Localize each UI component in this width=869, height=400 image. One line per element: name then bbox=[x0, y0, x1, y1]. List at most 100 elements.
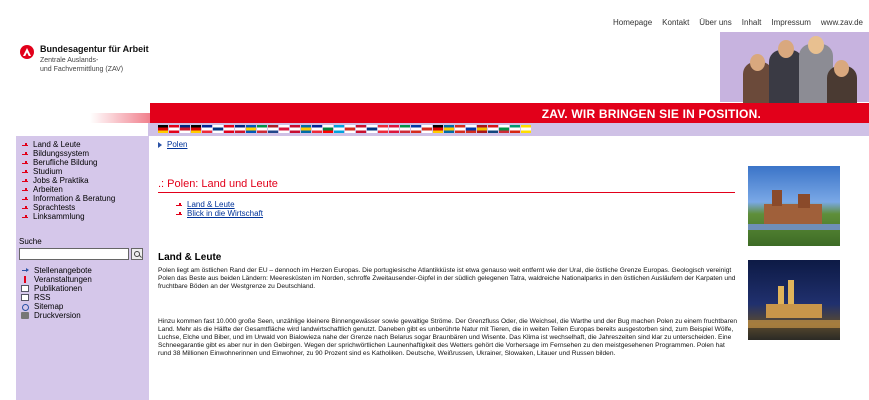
service-link-veranstaltungen[interactable]: Veranstaltungen bbox=[16, 275, 149, 284]
country-flag-icon[interactable] bbox=[224, 125, 234, 133]
country-flag-icon[interactable] bbox=[169, 125, 179, 133]
service-link-label: Veranstaltungen bbox=[34, 275, 92, 284]
country-flag-icon[interactable] bbox=[290, 125, 300, 133]
sitemap-icon bbox=[21, 303, 29, 311]
logo-title: Bundesagentur für Arbeit bbox=[40, 44, 149, 54]
sidebar-item-arbeiten[interactable]: Arbeiten bbox=[16, 185, 149, 194]
country-flag-icon[interactable] bbox=[301, 125, 311, 133]
country-flag-icon[interactable] bbox=[400, 125, 410, 133]
country-flag-icon[interactable] bbox=[521, 125, 531, 133]
country-flag-icon[interactable] bbox=[323, 125, 333, 133]
logo-subtitle-line1: Zentrale Auslands- bbox=[40, 57, 99, 64]
menu-arrow-icon bbox=[22, 178, 28, 184]
menu-arrow-icon bbox=[22, 160, 28, 166]
section-heading: Land & Leute bbox=[158, 252, 222, 263]
sidebar-item-label: Studium bbox=[33, 167, 63, 176]
service-link-rss[interactable]: RSS bbox=[16, 293, 149, 302]
country-flag-icon[interactable] bbox=[455, 125, 465, 133]
logo[interactable]: Bundesagentur für Arbeit Zentrale Auslan… bbox=[20, 44, 149, 74]
country-flag-icon[interactable] bbox=[444, 125, 454, 133]
sidebar-item-linksammlung[interactable]: Linksammlung bbox=[16, 212, 149, 221]
sidebar-item-jobs-praktika[interactable]: Jobs & Praktika bbox=[16, 176, 149, 185]
service-link-druckversion[interactable]: Druckversion bbox=[16, 311, 149, 320]
logo-subtitle-line2: und Fachvermittlung (ZAV) bbox=[40, 66, 124, 73]
country-flag-icon[interactable] bbox=[334, 125, 344, 133]
country-flag-icon[interactable] bbox=[510, 125, 520, 133]
country-flag-icon[interactable] bbox=[488, 125, 498, 133]
country-flag-icon[interactable] bbox=[356, 125, 366, 133]
country-flag-icon[interactable] bbox=[422, 125, 432, 133]
country-flag-icon[interactable] bbox=[257, 125, 267, 133]
sidebar: Land & Leute Bildungssystem Berufliche B… bbox=[16, 136, 149, 400]
country-flag-icon[interactable] bbox=[268, 125, 278, 133]
country-flag-icon[interactable] bbox=[180, 125, 190, 133]
country-flag-icon[interactable] bbox=[235, 125, 245, 133]
country-flag-icon[interactable] bbox=[312, 125, 322, 133]
sidebar-item-sprachtests[interactable]: Sprachtests bbox=[16, 203, 149, 212]
print-icon bbox=[21, 312, 29, 319]
section-link-label: Land & Leute bbox=[187, 200, 235, 209]
country-flag-icon[interactable] bbox=[202, 125, 212, 133]
nav-ueber-uns[interactable]: Über uns bbox=[699, 18, 731, 27]
nav-inhalt[interactable]: Inhalt bbox=[742, 18, 762, 27]
service-link-label: Sitemap bbox=[34, 302, 64, 311]
pin-icon bbox=[21, 276, 29, 283]
service-link-label: Publikationen bbox=[34, 284, 83, 293]
section-link-wirtschaft[interactable]: Blick in die Wirtschaft bbox=[176, 209, 263, 218]
search-label: Suche bbox=[19, 237, 42, 246]
section-link-land-leute[interactable]: Land & Leute bbox=[176, 200, 263, 209]
sidebar-item-studium[interactable]: Studium bbox=[16, 167, 149, 176]
section-links: Land & Leute Blick in die Wirtschaft bbox=[176, 200, 263, 218]
country-flag-icon[interactable] bbox=[499, 125, 509, 133]
country-flags bbox=[158, 125, 531, 133]
nav-impressum[interactable]: Impressum bbox=[771, 18, 811, 27]
menu-arrow-icon bbox=[22, 142, 28, 148]
sidebar-item-bildungssystem[interactable]: Bildungssystem bbox=[16, 149, 149, 158]
sidebar-item-label: Berufliche Bildung bbox=[33, 158, 98, 167]
paragraph: Hinzu kommen fast 10.000 große Seen, unz… bbox=[158, 318, 738, 358]
service-link-label: Druckversion bbox=[34, 311, 81, 320]
country-flag-icon[interactable] bbox=[411, 125, 421, 133]
top-navigation: Homepage Kontakt Über uns Inhalt Impress… bbox=[613, 18, 863, 27]
search-input[interactable] bbox=[19, 248, 129, 260]
menu-arrow-icon bbox=[22, 169, 28, 175]
paragraph: Polen liegt am östlichen Rand der EU – d… bbox=[158, 267, 736, 291]
sidebar-item-land-leute[interactable]: Land & Leute bbox=[16, 140, 149, 149]
breadcrumb-link-polen[interactable]: Polen bbox=[167, 140, 187, 149]
country-flag-icon[interactable] bbox=[466, 125, 476, 133]
nav-zav-website[interactable]: www.zav.de bbox=[821, 18, 863, 27]
menu-arrow-icon bbox=[22, 205, 28, 211]
country-flag-icon[interactable] bbox=[279, 125, 289, 133]
country-flag-icon[interactable] bbox=[433, 125, 443, 133]
banner-slogan: ZAV. WIR BRINGEN SIE IN POSITION. bbox=[541, 107, 761, 121]
service-link-publikationen[interactable]: Publikationen bbox=[16, 284, 149, 293]
menu-arrow-icon bbox=[22, 187, 28, 193]
nav-homepage[interactable]: Homepage bbox=[613, 18, 652, 27]
breadcrumb-arrow-icon bbox=[158, 141, 163, 148]
country-flag-icon[interactable] bbox=[158, 125, 168, 133]
country-flag-icon[interactable] bbox=[378, 125, 388, 133]
sidebar-item-label: Arbeiten bbox=[33, 185, 63, 194]
section-link-label: Blick in die Wirtschaft bbox=[187, 209, 264, 218]
menu-arrow-icon bbox=[22, 196, 28, 202]
page-title: .: Polen: Land und Leute bbox=[158, 178, 278, 190]
country-flag-icon[interactable] bbox=[246, 125, 256, 133]
title-divider bbox=[158, 192, 735, 193]
sidebar-item-information-beratung[interactable]: Information & Beratung bbox=[16, 194, 149, 203]
country-flag-icon[interactable] bbox=[477, 125, 487, 133]
sidebar-item-berufliche-bildung[interactable]: Berufliche Bildung bbox=[16, 158, 149, 167]
sidebar-item-label: Linksammlung bbox=[33, 212, 85, 221]
menu-arrow-icon bbox=[176, 202, 182, 208]
country-flag-icon[interactable] bbox=[191, 125, 201, 133]
castle-photo bbox=[748, 166, 840, 246]
country-flag-icon[interactable] bbox=[367, 125, 377, 133]
page-title-text: Polen: Land und Leute bbox=[167, 178, 278, 190]
rss-icon bbox=[21, 294, 29, 301]
country-flag-icon[interactable] bbox=[389, 125, 399, 133]
service-link-sitemap[interactable]: Sitemap bbox=[16, 302, 149, 311]
service-link-stellenangebote[interactable]: Stellenangebote bbox=[16, 266, 149, 275]
country-flag-icon[interactable] bbox=[345, 125, 355, 133]
search-icon[interactable] bbox=[131, 248, 143, 260]
nav-kontakt[interactable]: Kontakt bbox=[662, 18, 689, 27]
country-flag-icon[interactable] bbox=[213, 125, 223, 133]
